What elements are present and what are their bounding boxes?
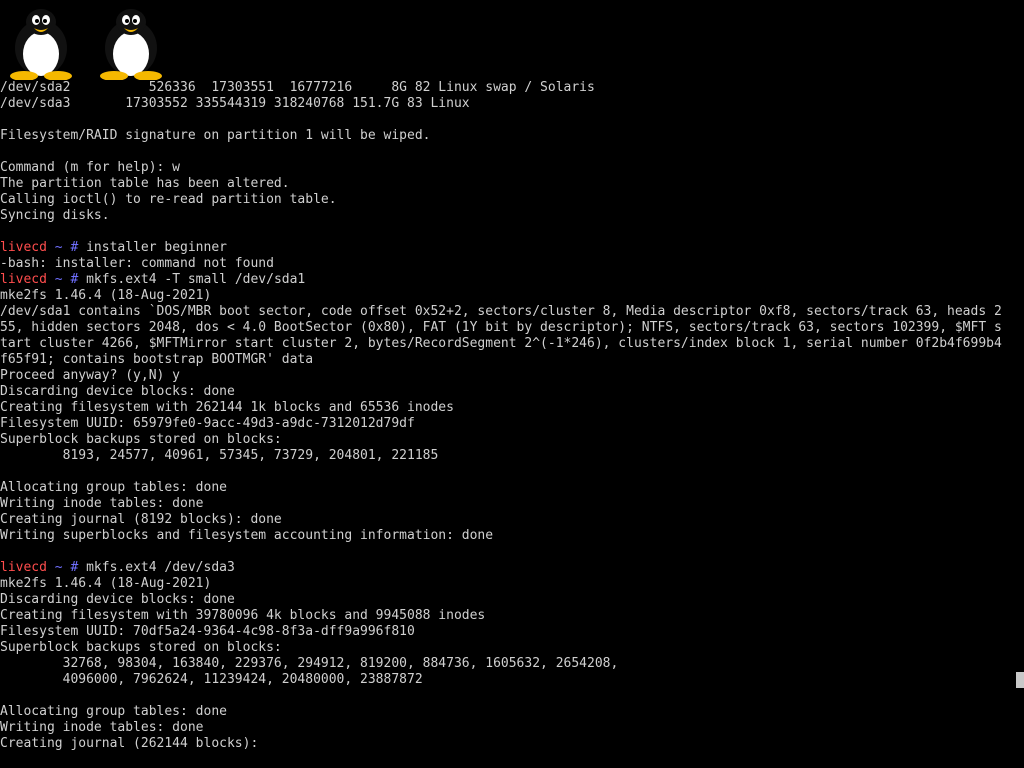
output-line: Allocating group tables: done xyxy=(0,704,227,719)
output-line: Superblock backups stored on blocks: xyxy=(0,432,282,447)
output-line: 32768, 98304, 163840, 229376, 294912, 81… xyxy=(0,656,619,671)
output-line: Proceed anyway? (y,N) y xyxy=(0,368,181,383)
prompt-symbol: # xyxy=(70,560,79,575)
output-line: -bash: installer: command not found xyxy=(0,256,274,271)
output-line: Writing inode tables: done xyxy=(0,720,204,735)
output-line: /dev/sda2 526336 17303551 16777216 8G 82… xyxy=(0,80,595,95)
prompt-line: livecd ~ # installer beginner xyxy=(0,240,1024,256)
output-line: mke2fs 1.46.4 (18-Aug-2021) xyxy=(0,288,212,303)
tux-penguin-icon xyxy=(100,9,162,80)
output-line: Command (m for help): w xyxy=(0,160,181,175)
output-line: The partition table has been altered. xyxy=(0,176,290,191)
output-line: Filesystem UUID: 70df5a24-9364-4c98-8f3a… xyxy=(0,624,415,639)
output-line: 55, hidden sectors 2048, dos < 4.0 BootS… xyxy=(0,320,1002,335)
prompt-path: ~ xyxy=(54,272,63,287)
output-line: Writing inode tables: done xyxy=(0,496,204,511)
prompt-path: ~ xyxy=(54,560,63,575)
output-line: Superblock backups stored on blocks: xyxy=(0,640,282,655)
output-line: Creating journal (8192 blocks): done xyxy=(0,512,282,527)
output-line: 8193, 24577, 40961, 57345, 73729, 204801… xyxy=(0,448,439,463)
prompt-host: livecd xyxy=(0,560,47,575)
output-line: Syncing disks. xyxy=(0,208,110,223)
boot-logo-bar xyxy=(0,0,1024,80)
command-text: mkfs.ext4 /dev/sda3 xyxy=(86,560,235,575)
output-line: tart cluster 4266, $MFTMirror start clus… xyxy=(0,336,1002,351)
output-line: 4096000, 7962624, 11239424, 20480000, 23… xyxy=(0,672,423,687)
output-line: Allocating group tables: done xyxy=(0,480,227,495)
output-line: Creating filesystem with 39780096 4k blo… xyxy=(0,608,486,623)
output-line: Creating journal (262144 blocks): xyxy=(0,736,259,751)
tux-penguin-icon xyxy=(10,9,72,80)
output-line: Filesystem/RAID signature on partition 1… xyxy=(0,128,431,143)
prompt-line: livecd ~ # mkfs.ext4 -T small /dev/sda1 xyxy=(0,272,1024,288)
output-line: Writing superblocks and filesystem accou… xyxy=(0,528,494,543)
prompt-line: livecd ~ # mkfs.ext4 /dev/sda3 xyxy=(0,560,1024,576)
prompt-symbol: # xyxy=(70,272,79,287)
output-line: Calling ioctl() to re-read partition tab… xyxy=(0,192,337,207)
output-line: mke2fs 1.46.4 (18-Aug-2021) xyxy=(0,576,212,591)
prompt-path: ~ xyxy=(54,240,63,255)
output-line: Filesystem UUID: 65979fe0-9acc-49d3-a9dc… xyxy=(0,416,415,431)
prompt-host: livecd xyxy=(0,272,47,287)
terminal-cursor xyxy=(1016,672,1024,688)
terminal-output[interactable]: /dev/sda2 526336 17303551 16777216 8G 82… xyxy=(0,80,1024,768)
command-text: mkfs.ext4 -T small /dev/sda1 xyxy=(86,272,306,287)
output-line: Discarding device blocks: done xyxy=(0,384,235,399)
prompt-symbol: # xyxy=(70,240,79,255)
output-line: f65f91; contains bootstrap BOOTMGR' data xyxy=(0,352,314,367)
output-line: /dev/sda1 contains `DOS/MBR boot sector,… xyxy=(0,304,1002,319)
output-line: Discarding device blocks: done xyxy=(0,592,235,607)
output-line: /dev/sda3 17303552 335544319 318240768 1… xyxy=(0,96,470,111)
command-text: installer beginner xyxy=(86,240,227,255)
prompt-host: livecd xyxy=(0,240,47,255)
output-line: Creating filesystem with 262144 1k block… xyxy=(0,400,454,415)
